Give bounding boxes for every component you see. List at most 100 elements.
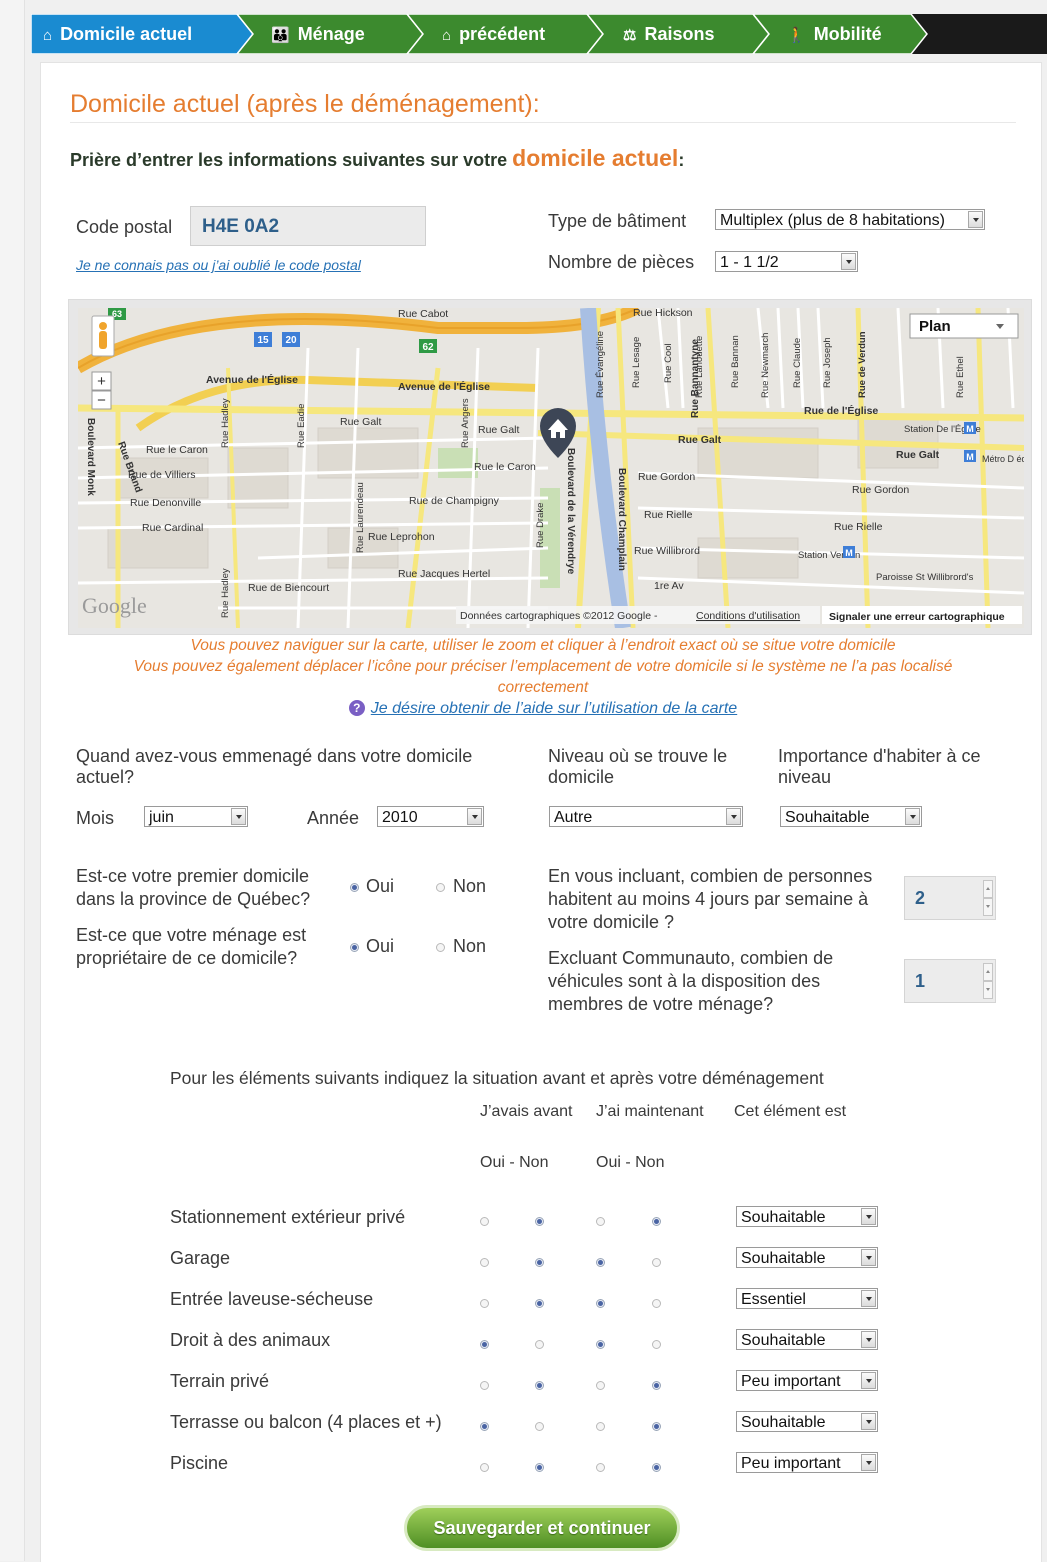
stepper-down-button[interactable] <box>983 981 993 999</box>
map-type-value: Plan <box>919 318 951 335</box>
importance-select[interactable]: Souhaitable <box>736 1329 878 1350</box>
before-yes-radio[interactable] <box>480 1258 489 1267</box>
map-label: Rue Hickson <box>633 308 693 319</box>
before-yes-radio[interactable] <box>480 1340 489 1349</box>
map-label: Rue Gordon <box>852 484 909 496</box>
now-no-radio[interactable] <box>652 1340 661 1349</box>
map-terms-link[interactable]: Conditions d'utilisation <box>696 610 800 622</box>
month-value: juin <box>149 809 174 826</box>
rooms-select[interactable]: 1 - 1 1/2 <box>715 251 858 272</box>
before-no-radio[interactable] <box>535 1217 544 1226</box>
persons-stepper[interactable]: 2 <box>904 876 996 920</box>
postal-input[interactable]: H4E 0A2 <box>190 206 426 246</box>
tab-label: Raisons <box>644 24 715 44</box>
now-yes-radio[interactable] <box>596 1340 605 1349</box>
svg-text:M: M <box>966 452 974 462</box>
before-yes-radio[interactable] <box>480 1299 489 1308</box>
level-importance-select[interactable]: Souhaitable <box>780 806 922 827</box>
now-no-radio[interactable] <box>652 1258 661 1267</box>
before-no-radio[interactable] <box>535 1299 544 1308</box>
map-label: Rue de Verdun <box>857 331 868 398</box>
divider <box>70 122 1016 123</box>
before-yes-radio[interactable] <box>480 1381 489 1390</box>
map-help-line: Vous pouvez également déplacer l’icône p… <box>133 658 953 675</box>
before-no-radio[interactable] <box>535 1463 544 1472</box>
now-yes-radio[interactable] <box>596 1381 605 1390</box>
vehicles-value: 1 <box>915 971 926 991</box>
map-label: Rue Jacques Hertel <box>398 568 490 580</box>
now-yes-radio[interactable] <box>596 1217 605 1226</box>
tab-domicile-actuel[interactable]: ⌂ Domicile actuel <box>43 14 192 54</box>
now-yes-radio[interactable] <box>596 1463 605 1472</box>
map-canvas[interactable]: 15 20 62 63 Rue Cabot Rue Hickson Avenue… <box>78 308 1024 628</box>
tab-menage[interactable]: 👪 Ménage <box>271 14 365 54</box>
importance-select[interactable]: Peu important <box>736 1452 878 1473</box>
importance-value: Essentiel <box>741 1291 806 1308</box>
now-no-radio[interactable] <box>652 1299 661 1308</box>
tab-mobilite[interactable]: 🚶 Mobilité <box>787 14 882 54</box>
left-gutter <box>0 0 25 1561</box>
importance-select[interactable]: Souhaitable <box>736 1206 878 1227</box>
location-map[interactable]: 15 20 62 63 Rue Cabot Rue Hickson Avenue… <box>68 299 1032 635</box>
before-yes-radio[interactable] <box>480 1463 489 1472</box>
now-yes-radio[interactable] <box>596 1422 605 1431</box>
owner-yes-radio[interactable] <box>350 943 359 952</box>
importance-select[interactable]: Peu important <box>736 1370 878 1391</box>
zoom-out-button[interactable]: − <box>91 390 112 410</box>
amenities-title: Pour les éléments suivants indiquez la s… <box>170 1068 824 1088</box>
persons-question: En vous incluant, combien de personnes ha… <box>548 865 872 934</box>
map-type-select[interactable]: Plan <box>909 313 1019 339</box>
tab-raisons[interactable]: ⚖ Raisons <box>623 14 714 54</box>
now-no-radio[interactable] <box>652 1463 661 1472</box>
before-no-radio[interactable] <box>535 1340 544 1349</box>
vehicles-stepper[interactable]: 1 <box>904 959 996 1003</box>
year-select[interactable]: 2010 <box>377 806 484 827</box>
stepper-up-button[interactable] <box>983 963 993 981</box>
map-label: Rue de Champigny <box>409 495 500 507</box>
now-yes-radio[interactable] <box>596 1299 605 1308</box>
importance-select[interactable]: Essentiel <box>736 1288 878 1309</box>
map-report-link[interactable]: Signaler une erreur cartographique <box>829 611 1005 623</box>
importance-select[interactable]: Souhaitable <box>736 1247 878 1268</box>
before-no-radio[interactable] <box>535 1258 544 1267</box>
owner-no-radio[interactable] <box>436 943 445 952</box>
map-help-link[interactable]: Je désire obtenir de l’aide sur l’utilis… <box>371 700 737 717</box>
stepper-down-button[interactable] <box>983 898 993 916</box>
forgot-postal-link[interactable]: Je ne connais pas ou j’ai oublié le code… <box>76 257 361 273</box>
now-yes-radio[interactable] <box>596 1258 605 1267</box>
map-label: Rue Galt <box>340 416 382 428</box>
importance-select[interactable]: Souhaitable <box>736 1411 878 1432</box>
importance-value: Souhaitable <box>741 1250 826 1267</box>
before-no-radio[interactable] <box>535 1381 544 1390</box>
now-no-radio[interactable] <box>652 1422 661 1431</box>
chevron-down-icon <box>861 1372 876 1389</box>
map-label: Rue Galt <box>678 434 722 446</box>
before-yes-radio[interactable] <box>480 1217 489 1226</box>
pegman-icon[interactable] <box>91 315 115 357</box>
map-label: Boulevard de la Vérendrye <box>565 448 576 575</box>
month-select[interactable]: juin <box>144 806 248 827</box>
persons-value: 2 <box>915 888 926 908</box>
stepper-up-button[interactable] <box>983 880 993 898</box>
map-label: Rue Rielle <box>644 509 693 521</box>
rooms-label: Nombre de pièces <box>548 252 695 272</box>
first-home-yes-radio[interactable] <box>350 883 359 892</box>
amenity-label: Terrain privé <box>170 1371 270 1391</box>
owner-question: Est-ce que votre ménage est propriétaire … <box>76 924 306 970</box>
owner-line: propriétaire de ce domicile? <box>76 948 298 968</box>
now-no-radio[interactable] <box>652 1217 661 1226</box>
importance-value: Peu important <box>741 1455 841 1472</box>
before-yes-radio[interactable] <box>480 1422 489 1431</box>
before-no-radio[interactable] <box>535 1422 544 1431</box>
zoom-in-button[interactable]: + <box>91 371 112 391</box>
hwy-20-shield: 20 <box>285 335 297 346</box>
level-select[interactable]: Autre <box>549 806 743 827</box>
building-select[interactable]: Multiplex (plus de 8 habitations) <box>715 209 985 230</box>
level-importance-line: niveau <box>778 767 832 787</box>
save-continue-button[interactable]: Sauvegarder et continuer <box>404 1505 680 1551</box>
year-value: 2010 <box>382 809 418 826</box>
map-label: Rue Hadley <box>220 398 231 448</box>
now-no-radio[interactable] <box>652 1381 661 1390</box>
first-home-no-radio[interactable] <box>436 883 445 892</box>
tab-precedent[interactable]: ⌂ précédent <box>442 14 545 54</box>
